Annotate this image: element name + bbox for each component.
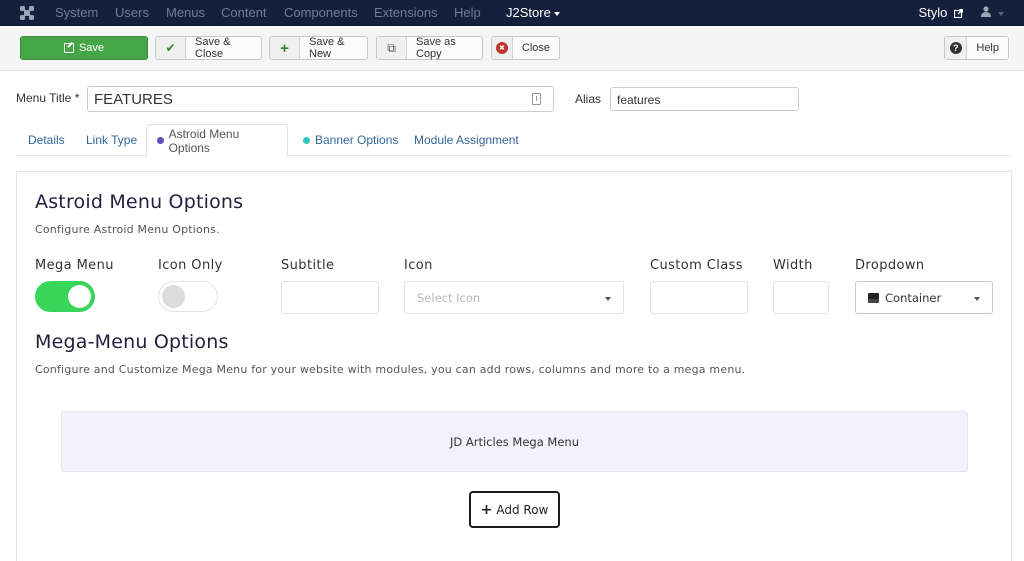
toggle-knob xyxy=(68,285,91,308)
tab-banner-options[interactable]: Banner Options xyxy=(293,124,408,156)
mega-menu-row[interactable]: JD Articles Mega Menu xyxy=(61,411,968,472)
top-navbar: System Users Menus Content Components Ex… xyxy=(0,0,1024,26)
save-copy-label: Save as Copy xyxy=(416,36,456,60)
copy-icon: ⧉ xyxy=(377,37,407,59)
caret-down-icon xyxy=(553,11,560,16)
clipboard-icon xyxy=(532,93,541,105)
tab-astroid-label: Astroid Menu Options xyxy=(168,126,240,155)
tab-astroid-menu-options[interactable]: Astroid Menu Options xyxy=(146,124,288,157)
nav-content[interactable]: Content xyxy=(221,5,267,20)
mega-menu-label: Mega Menu xyxy=(35,258,114,273)
question-icon: ? xyxy=(949,42,962,54)
menu-title-label: Menu Title * xyxy=(16,91,80,105)
add-row-button[interactable]: + Add Row xyxy=(469,491,560,528)
nav-components[interactable]: Components xyxy=(284,5,358,20)
dropdown-label: Dropdown xyxy=(855,258,925,273)
caret-down-icon xyxy=(974,297,980,301)
close-icon: ✖ xyxy=(492,37,513,59)
plus-icon: + xyxy=(270,37,300,59)
tab-details-label: Details xyxy=(28,133,65,147)
width-label: Width xyxy=(773,258,813,273)
check-icon: ✔ xyxy=(156,37,186,59)
save-copy-button[interactable]: ⧉ Save as Copy xyxy=(376,36,483,60)
astroid-options-panel: Astroid Menu Options Configure Astroid M… xyxy=(16,171,1012,561)
dropdown-value: Container xyxy=(885,290,942,305)
mega-menu-row-label: JD Articles Mega Menu xyxy=(449,434,579,449)
astroid-section-title: Astroid Menu Options xyxy=(35,191,244,213)
tab-module-label: Module Assignment xyxy=(414,133,519,147)
astroid-section-description: Configure Astroid Menu Options. xyxy=(35,223,220,236)
container-icon xyxy=(868,292,879,303)
plus-icon: + xyxy=(480,501,493,518)
close-label: Close xyxy=(521,42,550,54)
subtitle-input[interactable] xyxy=(281,281,379,314)
save-close-button[interactable]: ✔ Save & Close xyxy=(155,36,262,60)
icon-only-label: Icon Only xyxy=(158,258,223,273)
alias-input[interactable]: features xyxy=(610,87,799,111)
tab-module-assignment[interactable]: Module Assignment xyxy=(404,124,529,156)
nav-users[interactable]: Users xyxy=(115,5,149,20)
toolbar: Save ✔ Save & Close + Save & New ⧉ Save … xyxy=(0,27,1024,71)
tab-details[interactable]: Details xyxy=(18,124,75,156)
tab-link-type[interactable]: Link Type xyxy=(76,124,147,156)
save-close-label: Save & Close xyxy=(195,36,231,60)
user-icon xyxy=(981,6,992,17)
custom-class-input[interactable] xyxy=(650,281,748,314)
mega-section-description: Configure and Customize Mega Menu for yo… xyxy=(35,363,746,376)
add-row-label: Add Row xyxy=(496,502,549,517)
icon-select[interactable]: Select Icon xyxy=(404,281,624,314)
icon-select-placeholder: Select Icon xyxy=(417,290,481,305)
menu-title-input[interactable]: FEATURES xyxy=(87,86,554,112)
alias-label: Alias xyxy=(575,92,602,106)
nav-extensions[interactable]: Extensions xyxy=(374,5,438,20)
joomla-logo-icon[interactable] xyxy=(19,5,35,21)
tab-link-type-label: Link Type xyxy=(86,133,138,147)
nav-j2store-label: J2Store xyxy=(506,5,551,20)
icon-label: Icon xyxy=(404,258,433,273)
save-new-label: Save & New xyxy=(309,36,345,60)
caret-down-icon xyxy=(605,297,611,301)
icon-only-toggle[interactable] xyxy=(158,281,218,312)
tab-bar: Details Link Type Astroid Menu Options B… xyxy=(16,124,1012,157)
mega-menu-toggle[interactable] xyxy=(35,281,95,312)
close-button[interactable]: ✖ Close xyxy=(491,36,560,60)
caret-down-icon xyxy=(998,11,1004,16)
save-new-button[interactable]: + Save & New xyxy=(269,36,368,60)
site-link[interactable]: Stylo xyxy=(918,5,964,20)
help-icon: ? xyxy=(945,37,968,59)
save-button-label: Save xyxy=(78,42,105,54)
status-dot-icon xyxy=(303,136,310,144)
nav-j2store[interactable]: J2Store xyxy=(506,5,560,20)
mega-section-title: Mega-Menu Options xyxy=(35,331,229,353)
menu-title-value: FEATURES xyxy=(94,91,173,108)
alias-value: features xyxy=(617,93,661,107)
help-label: Help xyxy=(976,42,999,54)
nav-help[interactable]: Help xyxy=(454,5,481,20)
help-button[interactable]: ? Help xyxy=(944,36,1009,60)
edit-icon xyxy=(63,43,74,53)
close-icon-glyph: ✖ xyxy=(495,42,508,54)
site-link-label: Stylo xyxy=(918,5,948,20)
tab-banner-label: Banner Options xyxy=(315,133,399,147)
dropdown-select[interactable]: Container xyxy=(855,281,993,314)
width-input[interactable] xyxy=(773,281,829,314)
custom-class-label: Custom Class xyxy=(650,258,743,273)
external-link-icon xyxy=(953,8,964,19)
save-button[interactable]: Save xyxy=(20,36,148,60)
toggle-knob xyxy=(162,285,185,308)
nav-system[interactable]: System xyxy=(55,5,98,20)
subtitle-label: Subtitle xyxy=(281,258,335,273)
status-dot-icon xyxy=(157,137,164,144)
nav-menus[interactable]: Menus xyxy=(166,5,205,20)
user-menu[interactable] xyxy=(981,5,1004,20)
